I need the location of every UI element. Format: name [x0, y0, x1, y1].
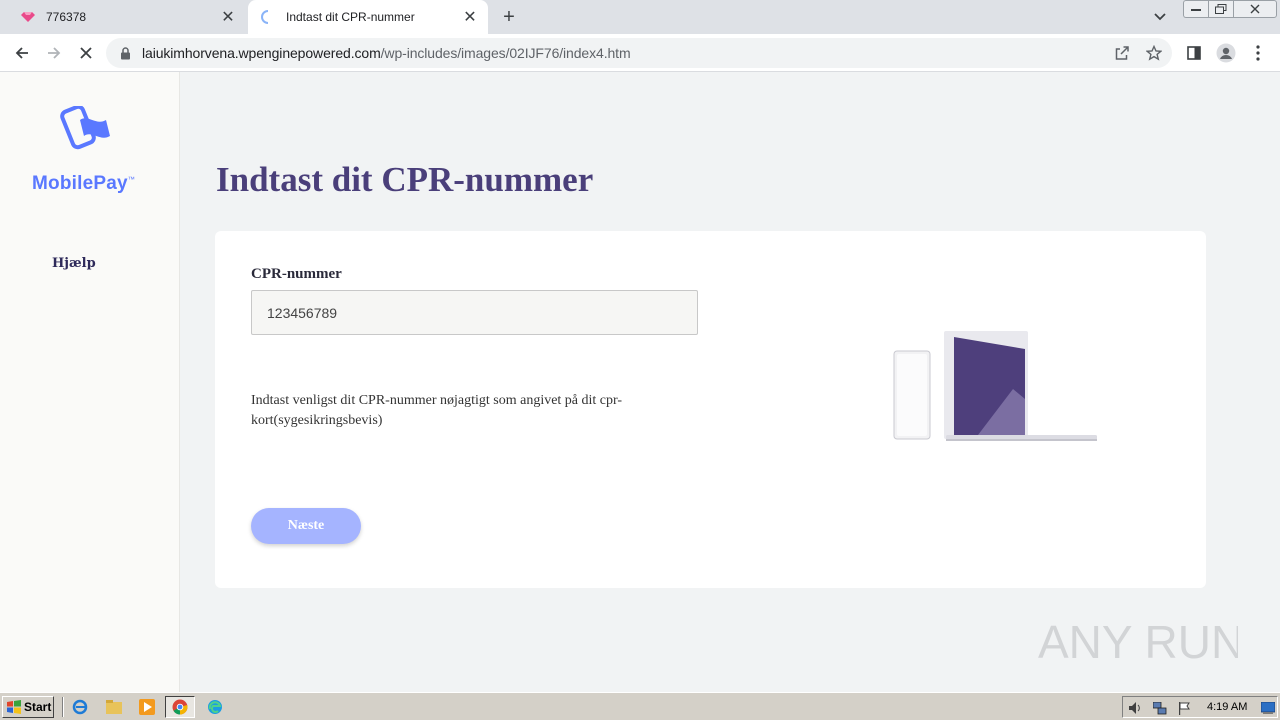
windows-flag-icon: [7, 700, 21, 714]
cpr-form-card: CPR-nummer Indtast venligst dit CPR-numm…: [215, 231, 1206, 588]
url-text: laiukimhorvena.wpenginepowered.com/wp-in…: [142, 45, 631, 61]
url-path: /wp-includes/images/02IJF76/index4.htm: [380, 45, 631, 61]
help-link[interactable]: Hjælp: [52, 256, 96, 271]
lock-icon: [120, 46, 134, 60]
volume-icon[interactable]: [1128, 700, 1144, 716]
network-icon[interactable]: [1152, 700, 1168, 716]
browser-tab[interactable]: 776378 ✕: [8, 0, 246, 34]
start-label: Start: [24, 700, 52, 714]
web-page: MobilePay™ Hjælp Indtast dit CPR-nummer …: [0, 72, 1280, 692]
close-window-icon[interactable]: [1233, 0, 1277, 18]
cpr-number-input[interactable]: [251, 290, 698, 335]
action-center-flag-icon[interactable]: [1176, 700, 1192, 716]
side-panel-icon[interactable]: [1182, 41, 1206, 65]
chevron-down-icon[interactable]: [1150, 8, 1170, 26]
tab-title: Indtast dit CPR-nummer: [286, 10, 415, 24]
start-button[interactable]: Start: [2, 696, 54, 718]
browser-tab-active[interactable]: Indtast dit CPR-nummer ✕: [248, 0, 488, 34]
gem-icon: [20, 9, 36, 25]
taskbar-clock: 4:19 AM: [1207, 701, 1248, 713]
internet-explorer-icon[interactable]: [70, 698, 90, 716]
loading-spinner-icon: [260, 9, 276, 25]
close-tab-icon[interactable]: ✕: [460, 7, 480, 27]
minimize-window-icon[interactable]: [1183, 0, 1208, 18]
cpr-field-label: CPR-nummer: [251, 266, 342, 282]
tab-title: 776378: [46, 10, 87, 24]
back-arrow-icon[interactable]: [9, 41, 35, 65]
windows-taskbar: Start 4:19 AM: [0, 692, 1280, 720]
stop-loading-icon[interactable]: [73, 41, 99, 65]
star-bookmark-icon[interactable]: [1142, 41, 1166, 65]
trademark-mark: ™: [127, 176, 135, 184]
browser-toolbar: laiukimhorvena.wpenginepowered.com/wp-in…: [0, 34, 1280, 72]
show-desktop-icon[interactable]: [1260, 700, 1276, 716]
forward-arrow-icon[interactable]: [41, 41, 67, 65]
browser-tab-strip: 776378 ✕ Indtast dit CPR-nummer ✕ +: [0, 0, 1280, 34]
cpr-hint-text: Indtast venligst dit CPR-nummer nøjagtig…: [251, 393, 623, 428]
sidebar: MobilePay™ Hjælp: [0, 72, 180, 692]
profile-avatar-icon[interactable]: [1214, 41, 1238, 65]
anyrun-watermark: ANY RUN: [1038, 616, 1238, 668]
file-explorer-icon[interactable]: [104, 698, 124, 716]
mobilepay-logo[interactable]: MobilePay™: [32, 106, 152, 196]
taskbar-separator: [62, 697, 64, 717]
edge-icon[interactable]: [205, 698, 225, 716]
next-button[interactable]: Næste: [251, 508, 361, 544]
brand-name: MobilePay™: [32, 173, 135, 195]
new-tab-icon[interactable]: +: [497, 6, 521, 28]
close-tab-icon[interactable]: ✕: [218, 7, 238, 27]
system-tray: 4:19 AM: [1122, 696, 1278, 718]
address-bar[interactable]: laiukimhorvena.wpenginepowered.com/wp-in…: [106, 38, 1172, 68]
phone-laptop-illustration: [893, 331, 1097, 441]
page-title: Indtast dit CPR-nummer: [216, 160, 594, 199]
chrome-taskbar-icon[interactable]: [165, 696, 195, 718]
media-player-icon[interactable]: [137, 698, 157, 716]
brand-text: MobilePay: [32, 173, 128, 194]
restore-window-icon[interactable]: [1208, 0, 1233, 18]
url-host: laiukimhorvena.wpenginepowered.com: [142, 45, 381, 61]
share-icon[interactable]: [1110, 41, 1134, 65]
watermark-text: ANY RUN: [1038, 616, 1238, 668]
phone-flag-icon: [60, 106, 110, 150]
kebab-menu-icon[interactable]: [1246, 41, 1270, 65]
